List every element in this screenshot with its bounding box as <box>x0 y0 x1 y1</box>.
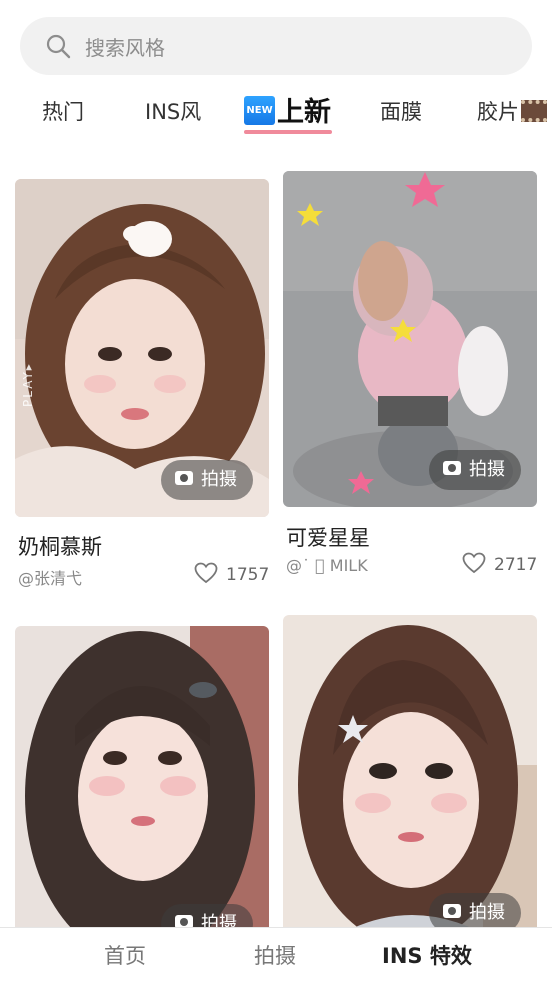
play-watermark: PLAY▸ <box>21 362 35 407</box>
search-bar[interactable]: 搜索风格 <box>20 17 532 75</box>
tab-label: 上新 <box>277 97 331 128</box>
camera-icon <box>443 461 461 475</box>
like-counter[interactable]: 2717 <box>462 552 538 576</box>
tab-hot[interactable]: 热门 <box>42 96 84 126</box>
search-icon <box>46 34 71 59</box>
category-tabs: 热门 INS风 NEW 上新 面膜 胶片 <box>0 90 552 140</box>
shoot-button[interactable]: 拍摄 <box>429 450 521 490</box>
effect-preview-image[interactable]: 拍摄 <box>15 626 269 946</box>
film-icon <box>521 100 547 122</box>
card-author[interactable]: @张清弋 <box>18 565 82 589</box>
tab-ins[interactable]: INS风 <box>145 96 201 126</box>
active-tab-indicator <box>244 130 332 134</box>
heart-icon <box>462 552 486 574</box>
effect-preview-image[interactable]: 拍摄 <box>283 615 537 945</box>
tab-label: 胶片 <box>477 100 519 124</box>
shoot-button-label: 拍摄 <box>469 902 505 923</box>
card-author[interactable]: @˙ ᪲ MILK <box>286 556 368 575</box>
heart-icon <box>194 562 218 584</box>
like-count: 2717 <box>494 555 538 575</box>
new-badge-icon: NEW <box>244 96 275 125</box>
effect-card[interactable]: 拍摄 可爱星星 @˙ ᪲ MILK 2717 <box>283 171 537 591</box>
tab-film[interactable]: 胶片 <box>477 96 547 126</box>
tab-new[interactable]: NEW 上新 <box>244 90 331 129</box>
like-count: 1757 <box>226 565 270 585</box>
shoot-button-label: 拍摄 <box>469 459 505 480</box>
tab-label: 面膜 <box>380 100 422 124</box>
shoot-button-label: 拍摄 <box>201 469 237 490</box>
shoot-button[interactable]: 拍摄 <box>161 460 253 500</box>
effect-card[interactable]: 拍摄 <box>283 615 537 945</box>
tab-label: INS风 <box>145 100 202 124</box>
effect-card[interactable]: 拍摄 <box>15 626 269 946</box>
effect-preview-image[interactable]: PLAY▸ 拍摄 <box>15 179 269 517</box>
nav-ins-effects[interactable]: INS 特效 <box>382 940 472 970</box>
like-counter[interactable]: 1757 <box>194 562 270 586</box>
bottom-navigation: 首页 拍摄 INS 特效 <box>0 927 552 984</box>
tab-label: 热门 <box>42 100 84 124</box>
effect-preview-image[interactable]: 拍摄 <box>283 171 537 507</box>
tab-mask[interactable]: 面膜 <box>380 96 422 126</box>
search-placeholder: 搜索风格 <box>85 36 165 60</box>
card-title: 奶桐慕斯 <box>18 535 102 559</box>
camera-icon <box>443 904 461 918</box>
effect-card[interactable]: PLAY▸ 拍摄 奶桐慕斯 @张清弋 1757 <box>15 179 269 599</box>
card-title: 可爱星星 <box>286 526 370 550</box>
camera-icon <box>175 471 193 485</box>
nav-shoot[interactable]: 拍摄 <box>254 940 296 970</box>
nav-home[interactable]: 首页 <box>104 940 146 970</box>
